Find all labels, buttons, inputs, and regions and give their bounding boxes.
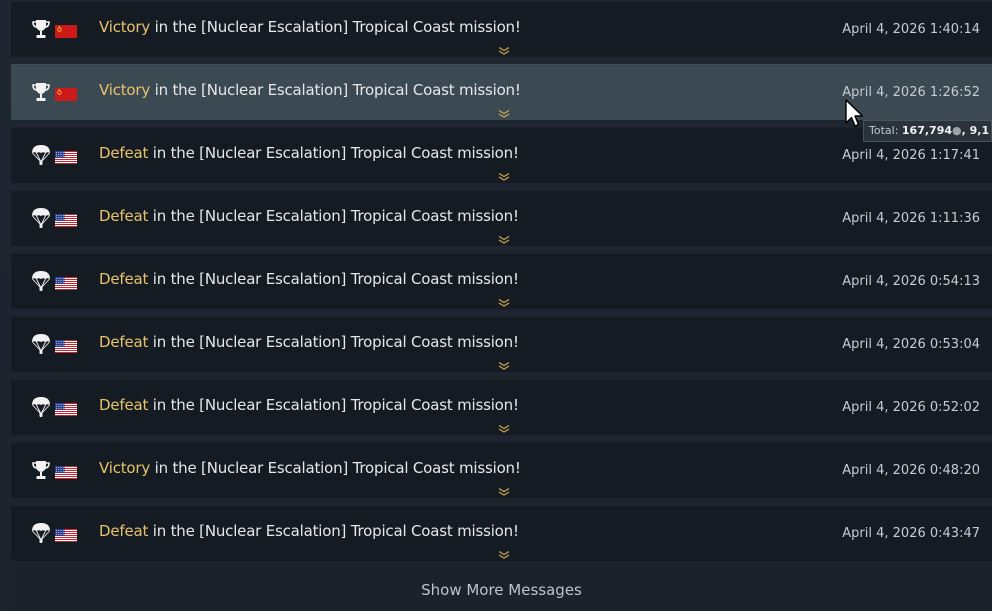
expand-chevron-icon[interactable] [497,41,511,55]
expand-chevron-icon[interactable] [497,482,511,496]
parachute-icon [31,144,51,166]
parachute-icon [31,333,51,355]
battle-result: Victory [99,459,151,477]
message-timestamp: April 4, 2026 0:52:02 [842,400,980,415]
message-icons [31,459,77,481]
tooltip-total-value: 167,794 [901,124,953,137]
battle-result: Victory [99,81,151,99]
mission-description: in the [Nuclear Escalation] Tropical Coa… [148,396,519,414]
message-text: Defeat in the [Nuclear Escalation] Tropi… [99,333,519,351]
message-timestamp: April 4, 2026 1:11:36 [842,211,980,226]
parachute-icon [31,522,51,544]
message-icons [31,144,77,166]
trophy-icon [31,81,51,103]
expand-chevron-icon[interactable] [497,545,511,559]
message-timestamp: April 4, 2026 0:43:47 [842,526,980,541]
trophy-icon [31,18,51,40]
battle-result: Defeat [99,144,149,162]
battle-result: Victory [99,18,151,36]
message-text: Defeat in the [Nuclear Escalation] Tropi… [99,396,519,414]
parachute-icon [31,207,51,229]
message-icons [31,333,77,355]
message-text: Defeat in the [Nuclear Escalation] Tropi… [99,270,519,288]
message-row[interactable]: Victory in the [Nuclear Escalation] Trop… [11,1,992,57]
tooltip-extra-value: , 9,1 [961,124,990,137]
usa-flag-icon [55,149,77,164]
message-icons [31,522,77,544]
message-row[interactable]: Defeat in the [Nuclear Escalation] Tropi… [11,505,992,561]
usa-flag-icon [55,464,77,479]
mission-description: in the [Nuclear Escalation] Tropical Coa… [148,207,519,225]
parachute-icon [31,270,51,292]
message-icons [31,18,77,40]
message-icons [31,396,77,418]
message-icons [31,81,77,103]
message-timestamp: April 4, 2026 0:53:04 [842,337,980,352]
mission-description: in the [Nuclear Escalation] Tropical Coa… [148,522,519,540]
message-timestamp: April 4, 2026 1:40:14 [842,22,980,37]
mission-description: in the [Nuclear Escalation] Tropical Coa… [150,459,521,477]
trophy-icon [31,459,51,481]
show-more-label: Show More Messages [421,580,582,599]
message-text: Defeat in the [Nuclear Escalation] Tropi… [99,144,519,162]
messages-panel: Victory in the [Nuclear Escalation] Trop… [0,0,992,611]
reward-tooltip: Total: 167,794●, 9,1 [863,120,992,142]
parachute-icon [31,396,51,418]
message-icons [31,270,77,292]
expand-chevron-icon[interactable] [497,293,511,307]
message-text: Victory in the [Nuclear Escalation] Trop… [99,459,521,477]
battle-result: Defeat [99,522,149,540]
expand-chevron-icon[interactable] [497,230,511,244]
message-text: Defeat in the [Nuclear Escalation] Tropi… [99,207,519,225]
mission-description: in the [Nuclear Escalation] Tropical Coa… [150,81,521,99]
tooltip-label: Total: [869,124,899,137]
usa-flag-icon [55,338,77,353]
message-row[interactable]: Defeat in the [Nuclear Escalation] Tropi… [11,253,992,309]
battle-result: Defeat [99,270,149,288]
usa-flag-icon [55,527,77,542]
mission-description: in the [Nuclear Escalation] Tropical Coa… [148,144,519,162]
message-row[interactable]: Defeat in the [Nuclear Escalation] Tropi… [11,127,992,183]
mission-description: in the [Nuclear Escalation] Tropical Coa… [148,333,519,351]
message-text: Defeat in the [Nuclear Escalation] Tropi… [99,522,519,540]
message-row[interactable]: Defeat in the [Nuclear Escalation] Tropi… [11,379,992,435]
message-timestamp: April 4, 2026 0:48:20 [842,463,980,478]
message-timestamp: April 4, 2026 1:26:52 [842,85,980,100]
expand-chevron-icon[interactable] [497,419,511,433]
message-row[interactable]: Victory in the [Nuclear Escalation] Trop… [11,442,992,498]
message-row[interactable]: Defeat in the [Nuclear Escalation] Tropi… [11,190,992,246]
mission-description: in the [Nuclear Escalation] Tropical Coa… [148,270,519,288]
message-icons [31,207,77,229]
message-text: Victory in the [Nuclear Escalation] Trop… [99,18,521,36]
battle-result: Defeat [99,207,149,225]
battle-result: Defeat [99,333,149,351]
expand-chevron-icon[interactable] [497,167,511,181]
message-timestamp: April 4, 2026 1:17:41 [842,148,980,163]
ussr-flag-icon [55,23,77,38]
usa-flag-icon [55,212,77,227]
usa-flag-icon [55,401,77,416]
ussr-flag-icon [55,86,77,101]
usa-flag-icon [55,275,77,290]
battle-result: Defeat [99,396,149,414]
mission-description: in the [Nuclear Escalation] Tropical Coa… [150,18,521,36]
message-timestamp: April 4, 2026 0:54:13 [842,274,980,289]
expand-chevron-icon[interactable] [497,104,511,118]
message-row[interactable]: Defeat in the [Nuclear Escalation] Tropi… [11,316,992,372]
silver-lions-icon: ● [952,124,962,137]
message-text: Victory in the [Nuclear Escalation] Trop… [99,81,521,99]
show-more-messages-button[interactable]: Show More Messages [11,568,992,611]
expand-chevron-icon[interactable] [497,356,511,370]
mouse-cursor-icon [845,99,864,127]
